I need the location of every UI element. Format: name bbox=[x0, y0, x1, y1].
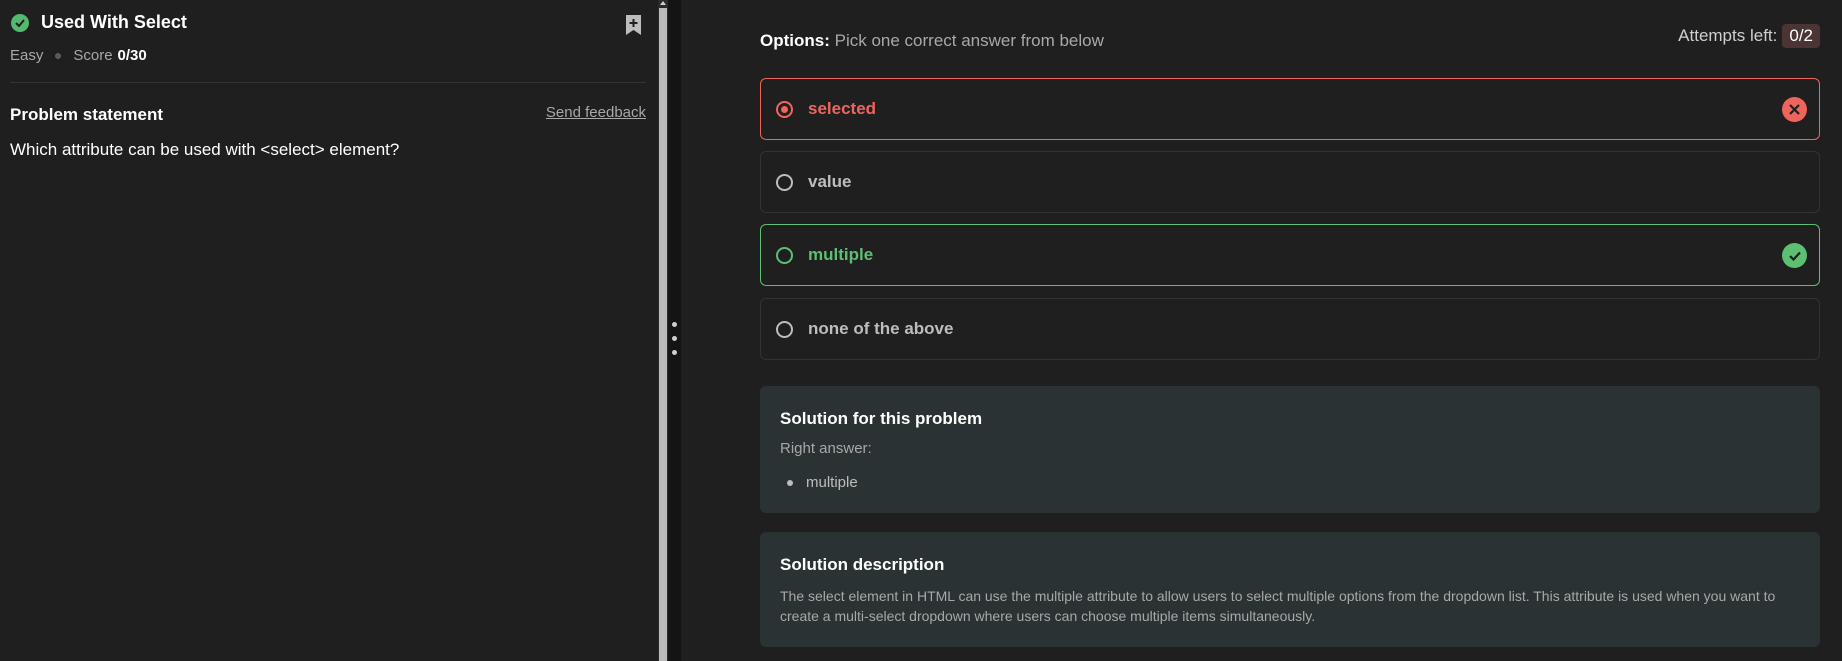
scrollbar-thumb[interactable] bbox=[659, 8, 667, 661]
title-row: Used With Select bbox=[11, 12, 187, 33]
radio-button[interactable] bbox=[776, 246, 793, 264]
attempts-badge: 0/2 bbox=[1782, 24, 1820, 48]
solution-box: Solution for this problem Right answer: … bbox=[760, 386, 1820, 513]
option-label: selected bbox=[808, 99, 877, 118]
option-multiple[interactable]: multiple bbox=[760, 224, 1820, 286]
score-value: 0/30 bbox=[117, 47, 147, 64]
checkmark-icon bbox=[1782, 243, 1807, 268]
options-hint: Pick one correct answer from below bbox=[834, 31, 1104, 50]
option-none-of-the-above[interactable]: none of the above bbox=[760, 298, 1820, 360]
problem-statement-heading: Problem statement bbox=[10, 105, 164, 124]
options-heading: Options: bbox=[760, 31, 830, 50]
attempts-counter: Attempts left: 0/2 bbox=[1678, 24, 1820, 48]
check-circle-icon bbox=[11, 13, 29, 32]
question-text: Which attribute can be used with <select… bbox=[10, 140, 400, 159]
solution-subtitle: Right answer: bbox=[780, 440, 872, 457]
close-icon bbox=[1782, 97, 1807, 122]
score-label: Score bbox=[73, 47, 113, 64]
solution-description-box: Solution description The select element … bbox=[760, 532, 1820, 647]
separator-dot bbox=[55, 52, 62, 59]
radio-button-checked[interactable] bbox=[776, 100, 793, 118]
attempts-label: Attempts left: bbox=[1678, 26, 1778, 45]
description-text: The select element in HTML can use the m… bbox=[780, 588, 1776, 624]
solution-title: Solution for this problem bbox=[780, 409, 983, 428]
drag-handle-icon[interactable] bbox=[672, 322, 677, 358]
bullet-icon bbox=[787, 479, 793, 486]
problem-title: Used With Select bbox=[41, 12, 187, 32]
option-label: multiple bbox=[808, 245, 874, 264]
difficulty-label: Easy bbox=[10, 47, 44, 64]
send-feedback-link[interactable]: Send feedback bbox=[546, 104, 646, 121]
right-answer-item: multiple bbox=[787, 474, 858, 491]
problem-panel: Used With Select Easy Score 0/30 Problem… bbox=[0, 0, 658, 661]
right-answer-text: multiple bbox=[806, 474, 858, 491]
option-label: value bbox=[808, 172, 852, 191]
description-title: Solution description bbox=[780, 555, 945, 574]
problem-meta: Easy Score 0/30 bbox=[10, 47, 147, 64]
bookmark-add-icon[interactable] bbox=[624, 14, 643, 36]
option-value[interactable]: value bbox=[760, 151, 1820, 213]
radio-button[interactable] bbox=[776, 173, 793, 191]
divider bbox=[10, 82, 646, 83]
scroll-up-arrow-icon[interactable] bbox=[660, 1, 666, 5]
radio-button[interactable] bbox=[776, 320, 793, 338]
option-selected[interactable]: selected bbox=[760, 78, 1820, 140]
options-header: Options: Pick one correct answer from be… bbox=[760, 31, 1104, 51]
option-label: none of the above bbox=[808, 319, 954, 338]
